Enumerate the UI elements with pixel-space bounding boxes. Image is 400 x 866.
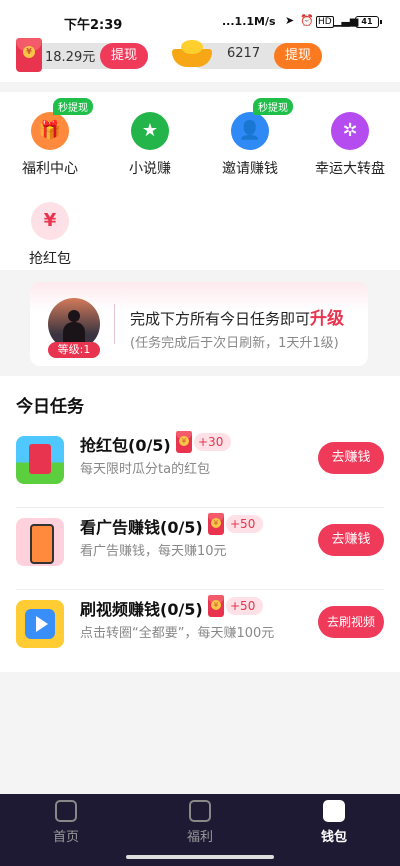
invite-user-icon: 👤 秒提现 [231, 98, 293, 150]
feature-label: 抢红包 [29, 251, 71, 267]
task-item: 看广告赚钱(0/5) ¥ +50 看广告赚钱，每天赚10元 去赚钱 [0, 510, 400, 590]
reward-value: +50 [226, 515, 264, 533]
red-envelope-icon: ¥ [16, 38, 42, 72]
wheel-icon: ✲ [331, 112, 369, 150]
task-item: 刷视频赚钱(0/5) ¥ +50 点击转圈“全都要”，每天赚100元 去刷视频 [0, 592, 400, 672]
location-icon: ➤ [285, 14, 295, 27]
task-title: 看广告赚钱(0/5) [80, 518, 203, 537]
feature-invite-earn[interactable]: 👤 秒提现 邀请赚钱 [210, 98, 293, 178]
coin-value: 6217 [227, 46, 261, 61]
task-title: 抢红包(0/5) [80, 436, 171, 455]
status-bar: 下午2:39 ...1.1M/s ➤ ⏰ HD ▁▃▅ 41 [0, 0, 400, 40]
feature-welfare-center[interactable]: 🎁 秒提现 福利中心 [10, 98, 93, 178]
hd-icon: HD [316, 16, 334, 28]
battery-icon: 41 [355, 16, 382, 28]
video-play-task-icon [16, 600, 64, 648]
go-watch-video-button[interactable]: 去刷视频 [318, 606, 384, 638]
balance-bar: ¥ 18.29元 提现 6217 提现 [0, 38, 400, 82]
upgrade-highlight: 升级 [310, 309, 345, 329]
feature-novel-earn[interactable]: ★ 小说赚 [110, 112, 190, 178]
instant-withdraw-badge: 秒提现 [253, 98, 293, 115]
task-item: 抢红包(0/5) ¥ +30 每天限时瓜分ta的红包 去赚钱 [0, 428, 400, 508]
feature-label: 幸运大转盘 [315, 161, 385, 177]
cash-value: 18.29元 [45, 50, 96, 65]
feature-label: 福利中心 [22, 161, 78, 177]
reward-value: +30 [194, 433, 232, 451]
instant-withdraw-badge: 秒提现 [53, 98, 93, 115]
divider [114, 304, 115, 344]
task-subtitle: 每天限时瓜分ta的红包 [80, 462, 211, 477]
level-message-text: 完成下方所有今日任务即可 [130, 310, 311, 328]
go-earn-button[interactable]: 去赚钱 [318, 524, 384, 556]
level-badge: 等级:1 [48, 342, 100, 358]
level-note: (任务完成后于次日刷新，1天升1级) [130, 336, 339, 351]
nav-home[interactable]: 首页 [26, 800, 106, 845]
alarm-icon: ⏰ [300, 14, 314, 27]
home-indicator [126, 855, 274, 859]
phone-ad-task-icon [16, 518, 64, 566]
nav-label: 福利 [186, 830, 213, 845]
section-title: 今日任务 [16, 397, 84, 417]
home-icon [55, 800, 77, 822]
network-speed: ...1.1M/s [222, 15, 276, 28]
gift-icon: 🎁 秒提现 [31, 98, 93, 150]
feature-lucky-wheel[interactable]: ✲ 幸运大转盘 [310, 112, 390, 178]
divider [16, 589, 384, 590]
feature-grid: 🎁 秒提现 福利中心 ★ 小说赚 👤 秒提现 邀请赚钱 ✲ 幸运大转盘 ¥ 抢红… [0, 92, 400, 270]
go-earn-button[interactable]: 去赚钱 [318, 442, 384, 474]
reward-value: +50 [226, 597, 264, 615]
nav-wallet[interactable]: 钱包 [294, 800, 374, 845]
wallet-page: 下午2:39 ...1.1M/s ➤ ⏰ HD ▁▃▅ 41 ¥ 18.29元 … [0, 0, 400, 866]
task-subtitle: 看广告赚钱，每天赚10元 [80, 544, 227, 559]
red-envelope-icon: ¥ [208, 595, 224, 617]
divider [16, 507, 384, 508]
cash-withdraw-button[interactable]: 提现 [100, 43, 148, 69]
task-subtitle: 点击转圈“全都要”，每天赚100元 [80, 626, 275, 641]
welfare-bag-icon [189, 800, 211, 822]
red-envelope-icon: ¥ [31, 202, 69, 240]
feature-label: 小说赚 [129, 161, 171, 177]
book-icon: ★ [131, 112, 169, 150]
feature-label: 邀请赚钱 [222, 161, 278, 177]
nav-label: 钱包 [320, 830, 347, 845]
daily-tasks: 今日任务 抢红包(0/5) ¥ +30 每天限时瓜分ta的红包 去赚钱 看广告赚… [0, 376, 400, 672]
feature-grab-red-envelope[interactable]: ¥ 抢红包 [10, 202, 90, 268]
red-envelope-icon: ¥ [176, 431, 192, 453]
nav-label: 首页 [52, 830, 79, 845]
red-envelope-task-icon [16, 436, 64, 484]
level-card: 等级:1 完成下方所有今日任务即可升级 (任务完成后于次日刷新，1天升1级) [30, 282, 368, 366]
level-message: 完成下方所有今日任务即可升级 [130, 304, 344, 329]
wallet-icon [323, 800, 345, 822]
level-section: 等级:1 完成下方所有今日任务即可升级 (任务完成后于次日刷新，1天升1级) [0, 270, 400, 376]
status-time: 下午2:39 [64, 18, 123, 33]
coin-withdraw-button[interactable]: 提现 [274, 43, 322, 69]
nav-welfare[interactable]: 福利 [160, 800, 240, 845]
gold-ingot-icon [172, 40, 212, 68]
task-title: 刷视频赚钱(0/5) [80, 600, 203, 619]
red-envelope-icon: ¥ [208, 513, 224, 535]
